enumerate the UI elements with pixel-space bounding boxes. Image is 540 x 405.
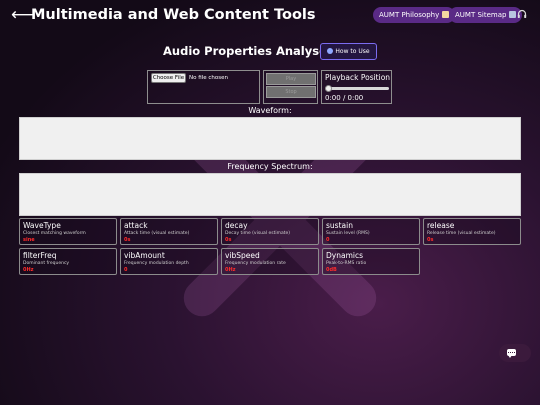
playback-position-label: Playback Position xyxy=(325,73,391,82)
card-description: Sustain level (RMS) xyxy=(326,231,370,236)
playback-position-slider[interactable] xyxy=(325,87,389,90)
card-description: Peak-to-RMS ratio xyxy=(326,261,367,266)
how-to-use-label: How to Use xyxy=(335,48,370,55)
card-title: WaveType xyxy=(23,221,61,230)
page-title: Audio Properties Analyser xyxy=(163,44,333,58)
card-description: Attack time (visual estimate) xyxy=(124,231,190,236)
card-title: vibAmount xyxy=(124,251,165,260)
aumt-philosophy-button[interactable]: AUMT Philosophy xyxy=(373,7,456,23)
file-status: No file chosen xyxy=(189,75,228,81)
property-card-wavetype: WaveType Closest matching waveform sine xyxy=(19,218,117,245)
card-value: 0Hz xyxy=(225,267,236,273)
sitemap-label: AUMT Sitemap xyxy=(455,11,507,19)
card-value: sine xyxy=(23,237,35,243)
playback-controls: Play Stop xyxy=(263,70,318,104)
card-value: 0Hz xyxy=(23,267,34,273)
card-description: Decay time (visual estimate) xyxy=(225,231,291,236)
card-description: Frequency modulation depth xyxy=(124,261,189,266)
property-card-dynamics: Dynamics Peak-to-RMS ratio 0dB xyxy=(322,248,420,275)
card-title: vibSpeed xyxy=(225,251,260,260)
card-title: attack xyxy=(124,221,148,230)
headphones-icon[interactable] xyxy=(517,9,527,19)
property-card-sustain: sustain Sustain level (RMS) 0 xyxy=(322,218,420,245)
card-value: 0s xyxy=(427,237,434,243)
chat-button[interactable] xyxy=(499,344,531,362)
card-value: 0s xyxy=(124,237,131,243)
card-title: sustain xyxy=(326,221,353,230)
card-description: Release time (visual estimate) xyxy=(427,231,496,236)
philosophy-label: AUMT Philosophy xyxy=(379,11,440,19)
file-input-box: Choose File No file chosen xyxy=(147,70,260,104)
card-description: Frequency modulation rate xyxy=(225,261,286,266)
property-card-release: release Release time (visual estimate) 0… xyxy=(423,218,521,245)
site-title[interactable]: Multimedia and Web Content Tools xyxy=(31,6,316,24)
card-title: filterFreq xyxy=(23,251,57,260)
property-card-decay: decay Decay time (visual estimate) 0s xyxy=(221,218,319,245)
property-card-filterfreq: filterFreq Dominant frequency 0Hz xyxy=(19,248,117,275)
map-icon xyxy=(509,11,517,18)
property-card-vibamount: vibAmount Frequency modulation depth 0 xyxy=(120,248,218,275)
card-title: decay xyxy=(225,221,248,230)
playback-position-box: Playback Position 0:00 / 0:00 xyxy=(321,70,392,104)
property-card-attack: attack Attack time (visual estimate) 0s xyxy=(120,218,218,245)
chat-dots xyxy=(508,352,515,353)
frequency-spectrum-canvas xyxy=(19,173,521,216)
info-icon xyxy=(327,48,334,54)
slider-thumb[interactable] xyxy=(325,85,332,92)
choose-file-button[interactable]: Choose File xyxy=(151,73,186,83)
card-value: 0 xyxy=(326,237,330,243)
stop-button[interactable]: Stop xyxy=(266,86,316,98)
how-to-use-button[interactable]: How to Use xyxy=(320,43,377,60)
waveform-canvas xyxy=(19,117,521,160)
play-button[interactable]: Play xyxy=(266,73,316,85)
card-value: 0s xyxy=(225,237,232,243)
card-title: release xyxy=(427,221,455,230)
card-value: 0 xyxy=(124,267,128,273)
frequency-spectrum-label: Frequency Spectrum: xyxy=(227,162,313,171)
card-title: Dynamics xyxy=(326,251,363,260)
top-bar: ⟵ Multimedia and Web Content Tools AUMT … xyxy=(0,0,540,32)
card-description: Closest matching waveform xyxy=(23,231,86,236)
playback-time: 0:00 / 0:00 xyxy=(325,94,364,102)
property-card-vibspeed: vibSpeed Frequency modulation rate 0Hz xyxy=(221,248,319,275)
waveform-label: Waveform: xyxy=(248,106,292,115)
card-value: 0dB xyxy=(326,267,337,273)
card-description: Dominant frequency xyxy=(23,261,70,266)
aumt-sitemap-button[interactable]: AUMT Sitemap xyxy=(449,7,523,23)
